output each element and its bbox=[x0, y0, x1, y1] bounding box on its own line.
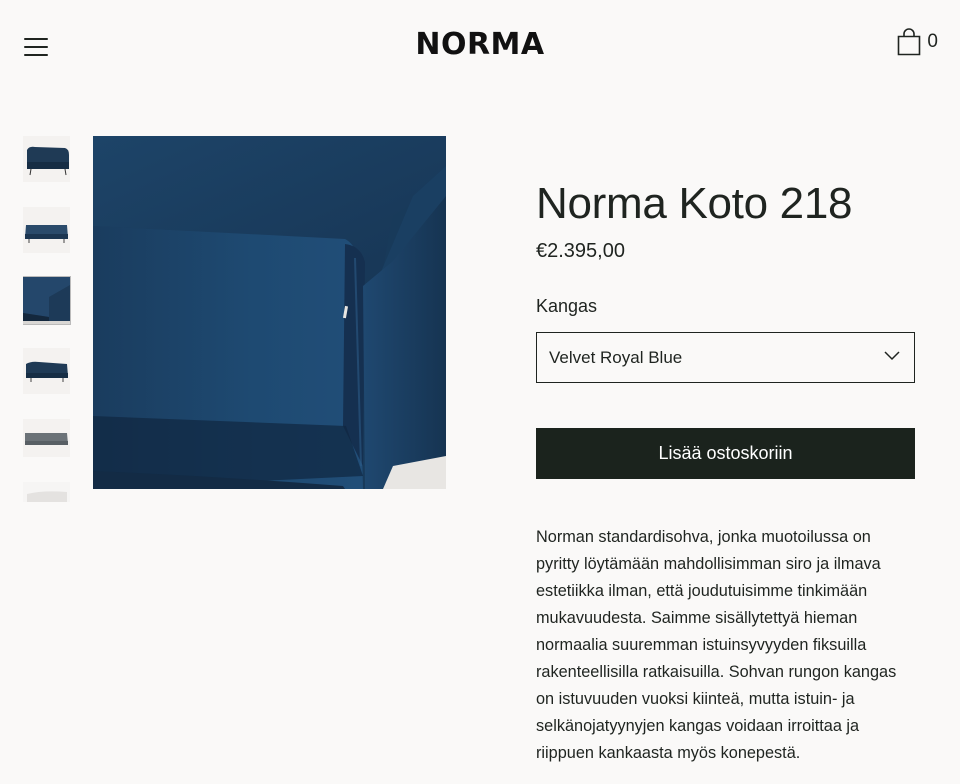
product-title: Norma Koto 218 bbox=[536, 179, 853, 228]
cart-button[interactable]: 0 bbox=[897, 28, 938, 56]
fabric-select[interactable]: Velvet Royal Blue bbox=[536, 332, 915, 383]
product-main-image[interactable] bbox=[93, 136, 446, 489]
thumbnail-sofa-angle[interactable] bbox=[23, 348, 70, 394]
chevron-down-icon bbox=[884, 351, 900, 361]
thumbnail-sofa-side[interactable] bbox=[23, 136, 70, 182]
fabric-label: Kangas bbox=[536, 296, 598, 316]
thumbnail-list bbox=[23, 136, 71, 502]
product-price: €2.395,00 bbox=[536, 240, 625, 262]
cart-count: 0 bbox=[927, 31, 938, 52]
shopping-bag-icon bbox=[898, 28, 921, 56]
blue-velvet-sofa-image bbox=[93, 136, 446, 489]
thumbnail-sofa-partial[interactable] bbox=[23, 482, 70, 502]
fabric-select-value: Velvet Royal Blue bbox=[549, 348, 683, 367]
thumbnail-sofa-grey[interactable] bbox=[23, 419, 70, 457]
brand-logo[interactable]: NORMA bbox=[0, 25, 960, 65]
thumbnail-sofa-armrest-detail[interactable] bbox=[23, 276, 71, 325]
thumbnail-sofa-front[interactable] bbox=[23, 207, 70, 253]
product-description: Norman standardisohva, jonka muotoilussa… bbox=[536, 528, 897, 762]
add-to-cart-button[interactable]: Lisää ostoskoriin bbox=[536, 428, 915, 479]
